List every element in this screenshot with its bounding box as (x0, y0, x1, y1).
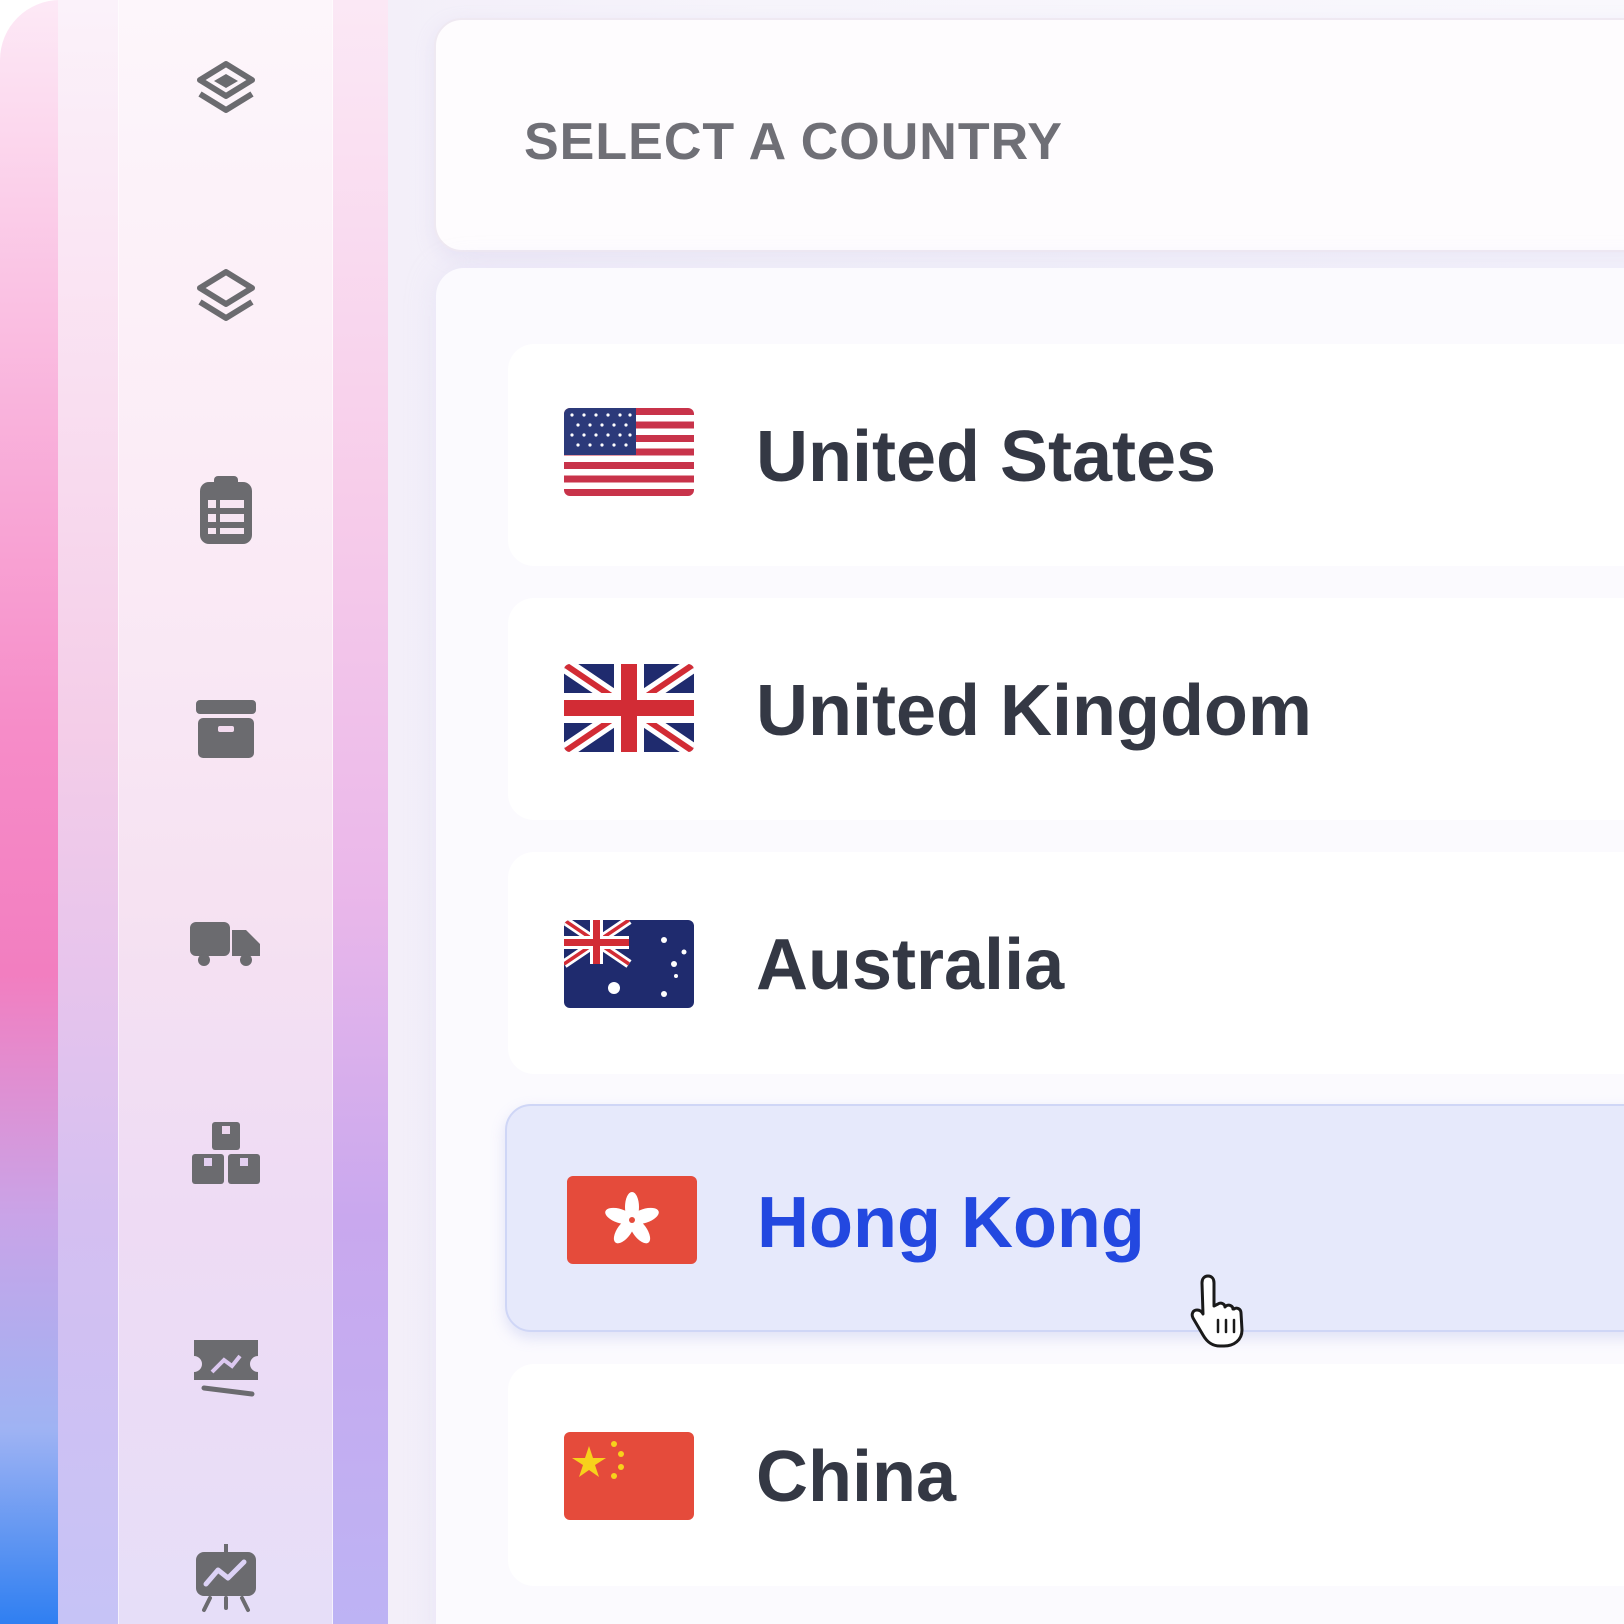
us-flag-icon (564, 408, 694, 496)
layers-diamond-icon[interactable] (190, 56, 262, 128)
app-window: SELECT A COUNTRY United States United Ki… (0, 0, 1624, 1624)
country-name: Australia (756, 925, 1065, 1005)
country-option-hong-kong[interactable]: Hong Kong (505, 1104, 1624, 1332)
hand-pointer-cursor-icon (1190, 1272, 1260, 1350)
country-name: United Kingdom (756, 671, 1312, 751)
calendar-clipboard-icon[interactable] (190, 474, 262, 546)
country-option-united-states[interactable]: United States (508, 344, 1624, 566)
china-flag-icon (564, 1432, 694, 1520)
delivery-truck-icon[interactable] (190, 906, 262, 978)
uk-flag-icon (564, 664, 694, 752)
hong-kong-flag-icon (567, 1176, 697, 1264)
australia-flag-icon (564, 920, 694, 1008)
stacked-boxes-icon[interactable] (190, 1118, 262, 1190)
country-option-australia[interactable]: Australia (508, 852, 1624, 1074)
select-label: SELECT A COUNTRY (524, 113, 1063, 171)
country-name: China (756, 1437, 957, 1517)
country-name: Hong Kong (757, 1183, 1145, 1263)
ticket-icon[interactable] (190, 1330, 262, 1402)
country-name: United States (756, 417, 1217, 497)
presentation-chart-icon[interactable] (190, 1542, 262, 1614)
archive-box-icon[interactable] (190, 692, 262, 764)
sidebar-divider (333, 0, 388, 1624)
country-option-united-kingdom[interactable]: United Kingdom (508, 598, 1624, 820)
layers-icon[interactable] (190, 264, 262, 336)
country-option-china[interactable]: China (508, 1364, 1624, 1586)
